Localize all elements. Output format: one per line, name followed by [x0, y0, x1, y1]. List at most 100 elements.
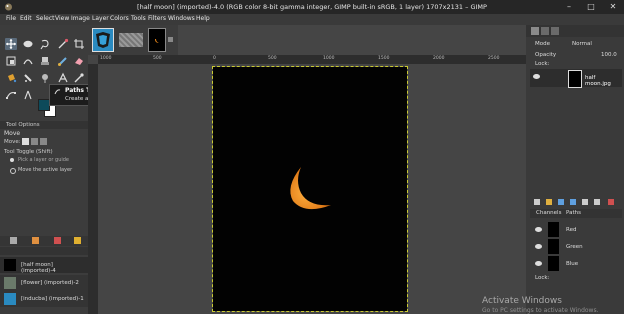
image-thumbnail	[4, 259, 16, 271]
tool-options-tab[interactable]: Tool Options	[0, 121, 88, 129]
pick-layer-option: Pick a layer or guide	[18, 157, 70, 163]
eye-icon[interactable]	[533, 74, 540, 79]
ellipse-select-tool[interactable]	[22, 38, 34, 50]
eye-icon[interactable]	[535, 244, 542, 249]
restore-options-icon[interactable]	[32, 237, 39, 244]
fuzzy-select-tool[interactable]	[57, 38, 69, 50]
lasso-icon	[40, 39, 49, 50]
image-list-item[interactable]: [half moon] (imported)-4	[0, 257, 88, 274]
channel-thumbnail	[548, 222, 559, 237]
ruler-tick: 2000	[433, 56, 445, 61]
bucket-fill-tool[interactable]	[5, 72, 17, 84]
save-options-icon[interactable]	[10, 237, 17, 244]
reset-options-icon[interactable]	[74, 237, 81, 244]
vertical-ruler	[88, 64, 98, 314]
layer-row[interactable]: half moon.jpg	[530, 69, 622, 88]
channel-row[interactable]: Red	[530, 221, 622, 238]
image-list-item[interactable]: [flower] (imported)-2	[0, 275, 88, 291]
new-layer-icon[interactable]	[534, 199, 540, 205]
paintbrush-tool[interactable]	[57, 55, 69, 67]
image-list-item[interactable]: [inducba] (imported)-1	[0, 291, 88, 307]
lower-layer-icon[interactable]	[570, 199, 576, 205]
image-tab-inducba[interactable]	[92, 28, 114, 52]
menu-view[interactable]: View	[55, 15, 69, 22]
duplicate-layer-icon[interactable]	[582, 199, 588, 205]
activate-windows-subtitle: Go to PC settings to activate Windows.	[482, 307, 599, 314]
menu-select[interactable]: Select	[36, 15, 55, 22]
opacity-value[interactable]: 100.0	[601, 52, 617, 58]
menu-image[interactable]: Image	[71, 15, 90, 22]
clone-tool[interactable]	[39, 55, 51, 67]
move-icon	[6, 39, 16, 49]
image-canvas[interactable]	[212, 66, 408, 312]
menu-bar: File Edit Select View Image Layer Colors…	[0, 14, 624, 25]
measure-tool[interactable]	[22, 89, 34, 101]
move-path-mode-button[interactable]	[40, 138, 47, 145]
move-active-layer-radio[interactable]	[10, 168, 16, 174]
tool-options-tab-label: Tool Options	[6, 122, 40, 128]
minimize-button[interactable]: –	[558, 0, 580, 14]
menu-help[interactable]: Help	[196, 15, 210, 22]
tool-options-title: Move	[4, 130, 21, 137]
free-select-tool[interactable]	[39, 38, 51, 50]
tab-channels[interactable]: Channels	[536, 210, 561, 216]
paths-tab-icon[interactable]	[551, 27, 559, 35]
move-tool[interactable]	[5, 38, 17, 50]
channel-row[interactable]: Green	[530, 238, 622, 255]
image-tab-close-icon[interactable]	[168, 37, 173, 42]
text-tool[interactable]	[57, 72, 69, 84]
move-selection-mode-button[interactable]	[31, 138, 38, 145]
channel-row[interactable]: Blue	[530, 255, 622, 272]
paths-tool[interactable]	[5, 89, 17, 101]
smudge-icon	[24, 74, 32, 82]
layer-name: half moon.jpg	[585, 75, 611, 87]
menu-colors[interactable]: Colors	[110, 15, 129, 22]
title-bar: [half moon] (imported)-4.0 (RGB color 8-…	[0, 0, 624, 14]
channels-tab-icon[interactable]	[541, 27, 549, 35]
image-tab-half-moon[interactable]	[148, 28, 166, 52]
text-icon	[58, 72, 68, 83]
new-group-icon[interactable]	[546, 199, 552, 205]
warp-transform-tool[interactable]	[22, 55, 34, 67]
move-mode-label: Move:	[4, 139, 21, 145]
pick-layer-radio[interactable]	[10, 158, 14, 162]
channel-name: Blue	[566, 261, 579, 267]
close-button[interactable]: ✕	[602, 0, 624, 14]
menu-tools[interactable]: Tools	[131, 15, 146, 22]
activate-windows-title: Activate Windows	[482, 296, 562, 306]
eraser-tool[interactable]	[73, 55, 85, 67]
channel-name: Red	[566, 227, 577, 233]
menu-file[interactable]: File	[6, 15, 16, 22]
images-tab-bar[interactable]	[0, 247, 88, 255]
delete-options-icon[interactable]	[54, 237, 61, 244]
menu-filters[interactable]: Filters	[148, 15, 166, 22]
layers-tab-icon[interactable]	[531, 27, 539, 35]
raise-layer-icon[interactable]	[558, 199, 564, 205]
move-layer-mode-button[interactable]	[22, 138, 29, 145]
window-title: [half moon] (imported)-4.0 (RGB color 8-…	[137, 3, 487, 11]
menu-edit[interactable]: Edit	[20, 15, 32, 22]
maximize-button[interactable]: □	[580, 0, 602, 14]
eye-icon[interactable]	[535, 227, 542, 232]
tool-options-buttons	[0, 236, 88, 246]
unified-transform-tool[interactable]	[5, 55, 17, 67]
crop-tool[interactable]	[73, 38, 85, 50]
color-picker-tool[interactable]	[73, 72, 85, 84]
ruler-tick: 500	[153, 56, 162, 61]
mode-select[interactable]: Normal	[572, 41, 592, 47]
image-tabs	[88, 25, 178, 55]
menu-layer[interactable]: Layer	[92, 15, 109, 22]
image-list-label: [half moon] (imported)-4	[21, 262, 56, 274]
ruler-tick: 1000	[323, 56, 335, 61]
dock-tab-bar	[526, 25, 624, 37]
tab-paths[interactable]: Paths	[566, 210, 581, 216]
anchor-layer-icon[interactable]	[594, 199, 600, 205]
smudge-tool[interactable]	[22, 72, 34, 84]
ruler-tick: 1000	[100, 56, 112, 61]
menu-windows[interactable]: Windows	[168, 15, 195, 22]
eye-icon[interactable]	[535, 261, 542, 266]
delete-layer-icon[interactable]	[608, 199, 614, 205]
image-tab-flower[interactable]	[119, 33, 143, 47]
channel-name: Green	[566, 244, 583, 250]
dodge-burn-tool[interactable]	[39, 72, 51, 84]
